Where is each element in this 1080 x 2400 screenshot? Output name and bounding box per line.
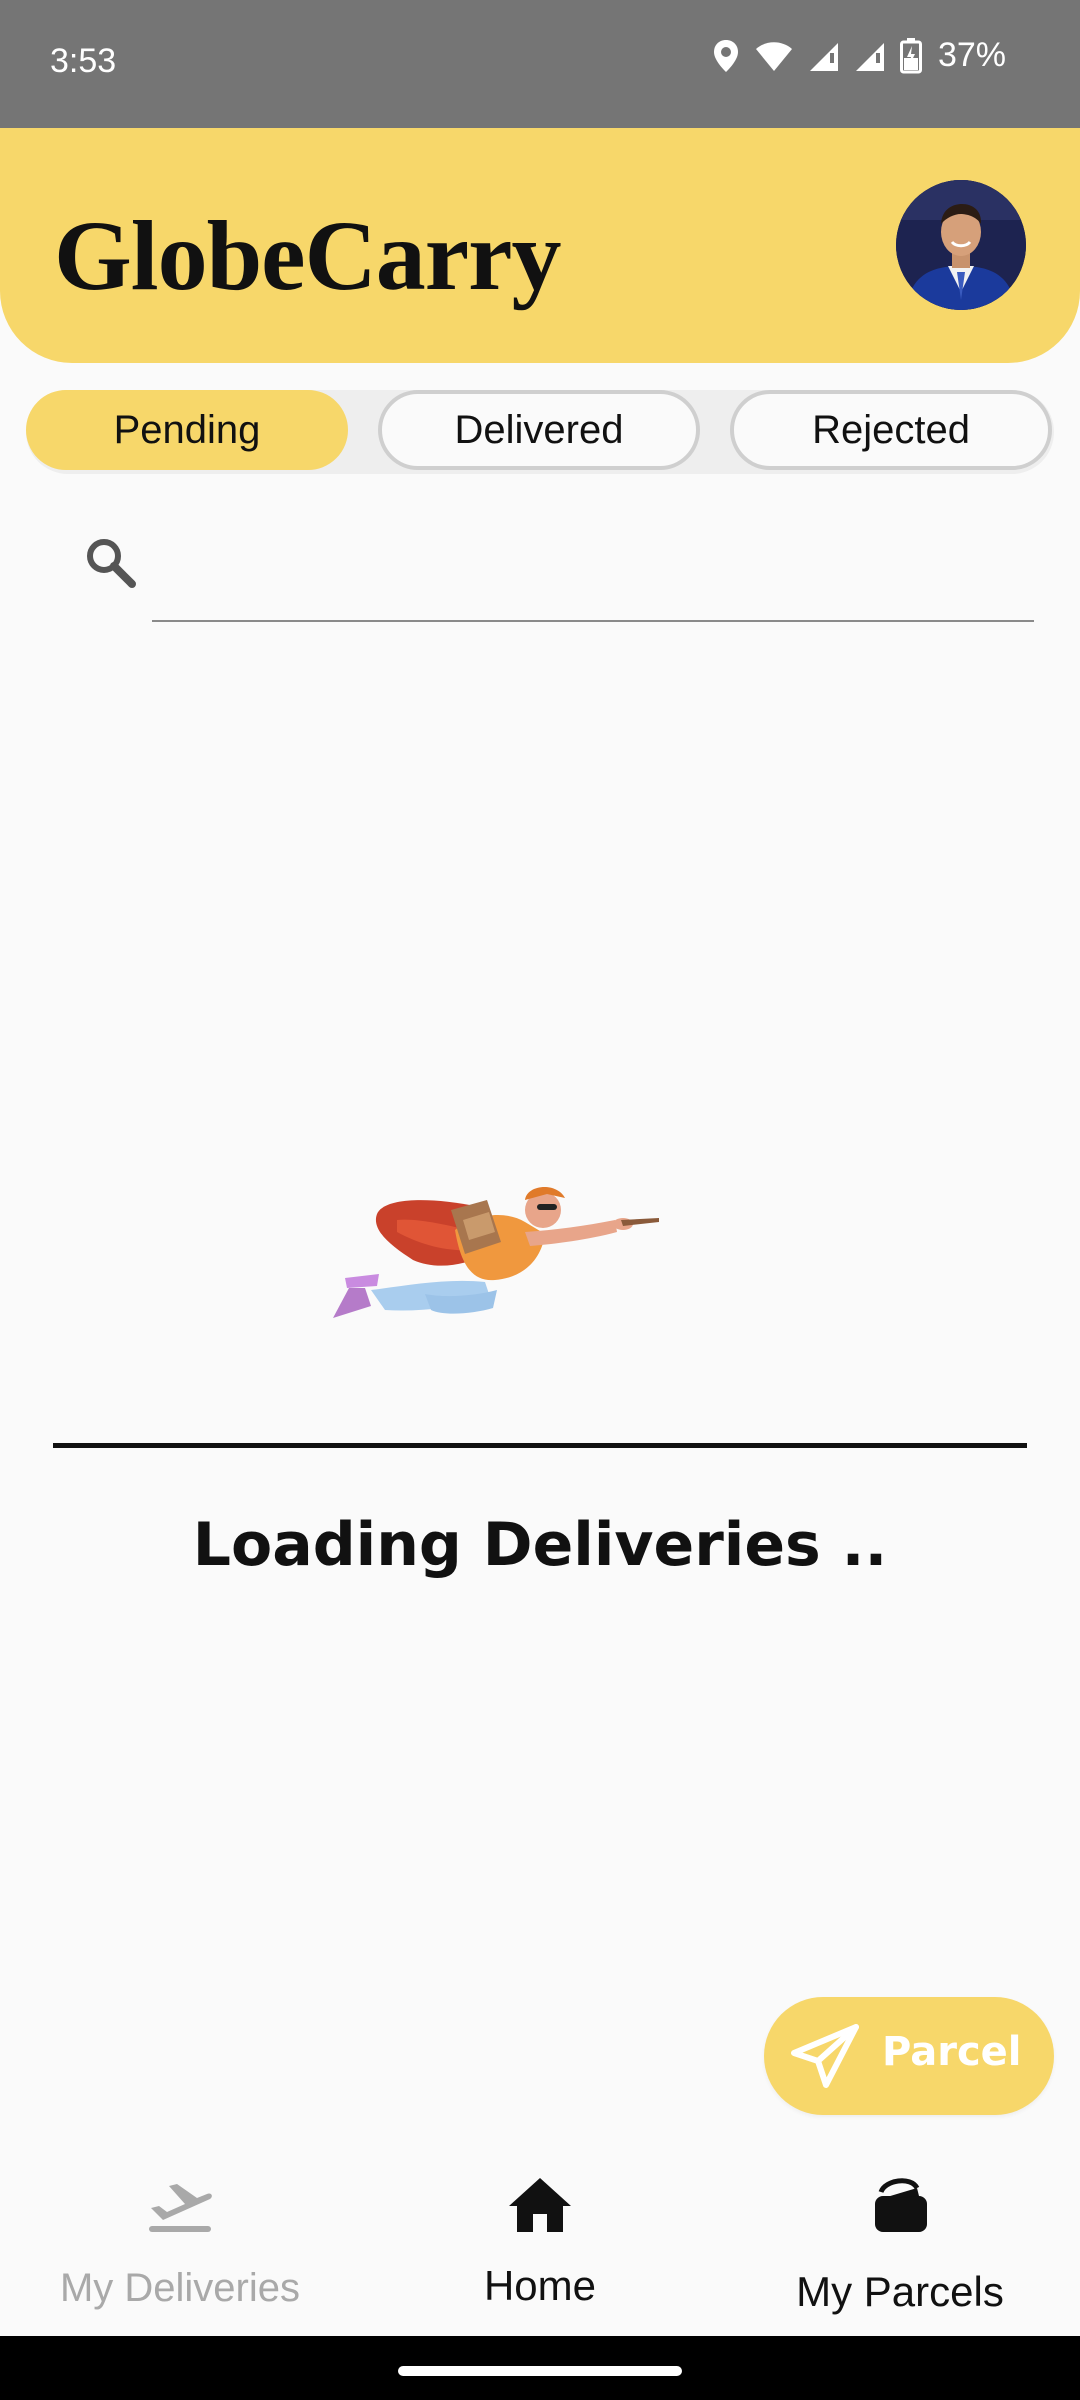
signal-icon [808, 39, 840, 73]
nav-my-deliveries[interactable]: My Deliveries [0, 2150, 360, 2336]
add-parcel-button[interactable]: Parcel [764, 1997, 1054, 2115]
status-bar: 3:53 37% [0, 0, 1080, 128]
tab-label: Pending [113, 407, 261, 452]
profile-avatar-image [896, 180, 1026, 310]
bottom-navigation: My Deliveries Home My Parcels [0, 2150, 1080, 2336]
tab-rejected[interactable]: Rejected [730, 390, 1052, 470]
home-icon [507, 2174, 573, 2241]
nav-my-parcels[interactable]: My Parcels [720, 2150, 1080, 2336]
nav-label: My Deliveries [59, 2266, 301, 2310]
avatar[interactable] [896, 180, 1026, 310]
paper-plane-icon [790, 2023, 860, 2094]
search-input[interactable] [152, 620, 1034, 622]
wifi-icon [754, 39, 794, 73]
app-header: GlobeCarry [0, 128, 1080, 363]
nav-label: My Parcels [796, 2268, 1004, 2315]
divider [53, 1443, 1027, 1448]
tab-label: Rejected [812, 407, 970, 452]
search-icon[interactable] [84, 536, 136, 593]
shopping-bag-icon [869, 2174, 931, 2241]
plane-takeoff-icon [145, 2174, 215, 2241]
home-gesture-handle[interactable] [398, 2366, 682, 2376]
battery-percent: 37% [937, 36, 1006, 74]
tab-delivered[interactable]: Delivered [378, 390, 700, 470]
flying-courier-illustration [325, 1170, 705, 1345]
tab-pending[interactable]: Pending [26, 390, 348, 470]
signal-icon [854, 39, 886, 73]
loading-message: Loading Deliveries .. [192, 1510, 888, 1580]
status-tabs: Pending Delivered Rejected [26, 390, 1054, 474]
location-icon [712, 38, 740, 74]
status-time: 3:53 [50, 42, 117, 80]
status-icons: 37% [712, 36, 1006, 75]
app-title: GlobeCarry [54, 200, 562, 311]
tab-label: Delivered [454, 407, 624, 452]
system-navigation-bar [0, 2336, 1080, 2400]
nav-home[interactable]: Home [360, 2150, 720, 2336]
nav-label: Home [483, 2262, 597, 2309]
add-parcel-label: Parcel [882, 2029, 1022, 2075]
battery-charging-icon [899, 37, 922, 74]
